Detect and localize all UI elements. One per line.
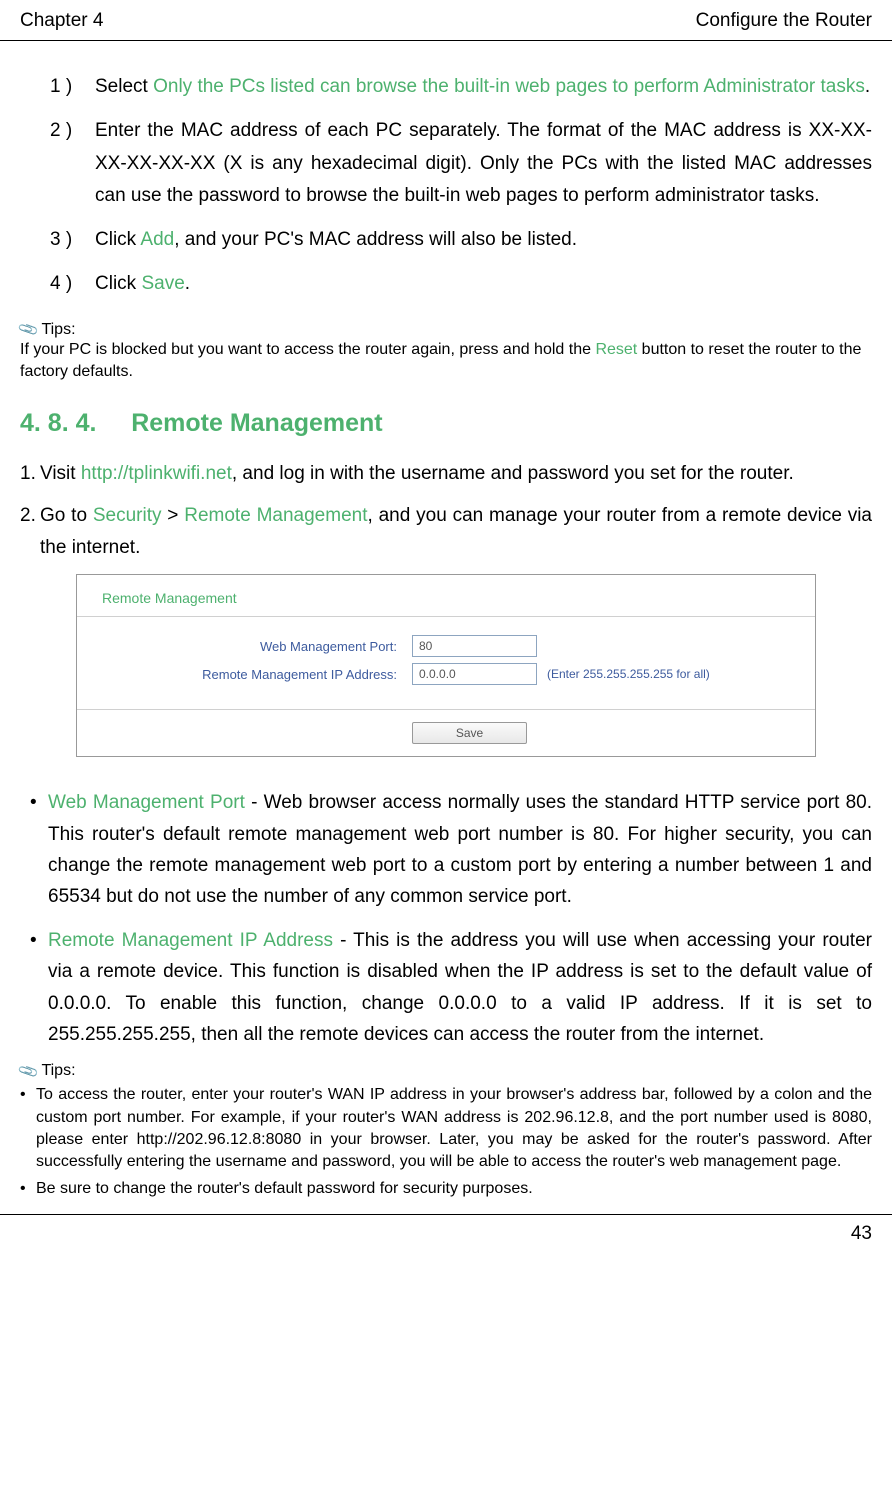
header-title: Configure the Router: [696, 10, 872, 32]
text-pre: Go to: [40, 505, 93, 526]
instruction-number: 2.: [20, 500, 40, 565]
bullet-icon: •: [20, 1084, 36, 1174]
page-footer: 43: [0, 1214, 892, 1253]
tips-item-text: Be sure to change the router's default p…: [36, 1178, 872, 1200]
instruction-item: 2. Go to Security > Remote Management, a…: [20, 500, 872, 565]
ip-hint: (Enter 255.255.255.255 for all): [547, 667, 710, 681]
port-input[interactable]: 80: [412, 635, 537, 657]
highlighted-save: Save: [141, 273, 184, 294]
form-row-port: Web Management Port: 80: [102, 635, 790, 657]
step-text: Select Only the PCs listed can browse th…: [95, 71, 872, 103]
port-label: Web Management Port:: [102, 639, 412, 654]
chapter-label: Chapter 4: [20, 10, 103, 32]
ip-input[interactable]: 0.0.0.0: [412, 663, 537, 685]
step-number: 2 ): [50, 115, 95, 212]
tips-item: • Be sure to change the router's default…: [20, 1178, 872, 1200]
instruction-item: 1. Visit http://tplinkwifi.net, and log …: [20, 458, 872, 490]
step-number: 1 ): [50, 71, 95, 103]
screenshot-header: Remote Management: [77, 575, 815, 617]
text-pre: Click: [95, 273, 141, 294]
page-number: 43: [851, 1223, 872, 1244]
instruction-text: Go to Security > Remote Management, and …: [40, 500, 872, 565]
tips-part1: If your PC is blocked but you want to ac…: [20, 341, 595, 358]
tips-item-text: To access the router, enter your router'…: [36, 1084, 872, 1174]
text-post: , and your PC's MAC address will also be…: [174, 229, 577, 250]
highlighted-add: Add: [140, 229, 174, 250]
highlighted-option: Only the PCs listed can browse the built…: [153, 76, 865, 97]
tips-highlight: Reset: [595, 341, 637, 358]
page-header: Chapter 4 Configure the Router: [0, 0, 892, 41]
instruction-text: Visit http://tplinkwifi.net, and log in …: [40, 458, 872, 490]
section-number: 4. 8. 4.: [20, 409, 96, 437]
screenshot-body: Web Management Port: 80 Remote Managemen…: [77, 617, 815, 710]
text-post: .: [865, 76, 870, 97]
text-pre: Visit: [40, 463, 81, 484]
tips-label: 📎 Tips:: [20, 321, 872, 339]
step-item: 3 ) Click Add, and your PC's MAC address…: [50, 224, 872, 256]
section-title: Remote Management: [131, 409, 382, 437]
nav-sep: >: [161, 505, 184, 526]
text-post: , and log in with the username and passw…: [232, 463, 794, 484]
text-pre: Click: [95, 229, 140, 250]
instruction-list: 1. Visit http://tplinkwifi.net, and log …: [20, 458, 872, 565]
step-number: 4 ): [50, 268, 95, 300]
step-item: 4 ) Click Save.: [50, 268, 872, 300]
bullet-icon: •: [30, 787, 48, 912]
step-item: 2 ) Enter the MAC address of each PC sep…: [50, 115, 872, 212]
ui-screenshot: Remote Management Web Management Port: 8…: [76, 574, 816, 757]
tips-item: • To access the router, enter your route…: [20, 1084, 872, 1174]
paperclip-icon: 📎: [17, 1059, 41, 1082]
step-text: Click Add, and your PC's MAC address wil…: [95, 224, 872, 256]
description-title: Web Management Port: [48, 792, 245, 813]
tips-label-text: Tips:: [41, 321, 75, 339]
description-item: • Remote Management IP Address - This is…: [30, 925, 872, 1050]
bullet-icon: •: [20, 1178, 36, 1200]
description-list: • Web Management Port - Web browser acce…: [30, 787, 872, 1050]
step-text: Click Save.: [95, 268, 872, 300]
form-row-ip: Remote Management IP Address: 0.0.0.0 (E…: [102, 663, 790, 685]
tips-label-text: Tips:: [41, 1062, 75, 1080]
screenshot-title: Remote Management: [102, 590, 237, 606]
description-text: Remote Management IP Address - This is t…: [48, 925, 872, 1050]
step-item: 1 ) Select Only the PCs listed can brows…: [50, 71, 872, 103]
nav-remote: Remote Management: [184, 505, 367, 526]
link-text: http://tplinkwifi.net: [81, 463, 232, 484]
step-text: Enter the MAC address of each PC separat…: [95, 115, 872, 212]
save-button[interactable]: Save: [412, 722, 527, 744]
nav-security: Security: [93, 505, 162, 526]
tips-list: • To access the router, enter your route…: [20, 1084, 872, 1200]
ip-label: Remote Management IP Address:: [102, 667, 412, 682]
tips-label: 📎 Tips:: [20, 1062, 872, 1080]
description-text: Web Management Port - Web browser access…: [48, 787, 872, 912]
text-pre: Select: [95, 76, 153, 97]
text-post: .: [185, 273, 190, 294]
section-heading: 4. 8. 4. Remote Management: [20, 409, 872, 438]
step-number: 3 ): [50, 224, 95, 256]
tips-text: If your PC is blocked but you want to ac…: [20, 339, 872, 384]
instruction-number: 1.: [20, 458, 40, 490]
screenshot-footer: Save: [77, 710, 815, 756]
step-list: 1 ) Select Only the PCs listed can brows…: [50, 71, 872, 301]
bullet-icon: •: [30, 925, 48, 1050]
page-content: 1 ) Select Only the PCs listed can brows…: [0, 41, 892, 1214]
description-title: Remote Management IP Address: [48, 930, 333, 951]
description-item: • Web Management Port - Web browser acce…: [30, 787, 872, 912]
